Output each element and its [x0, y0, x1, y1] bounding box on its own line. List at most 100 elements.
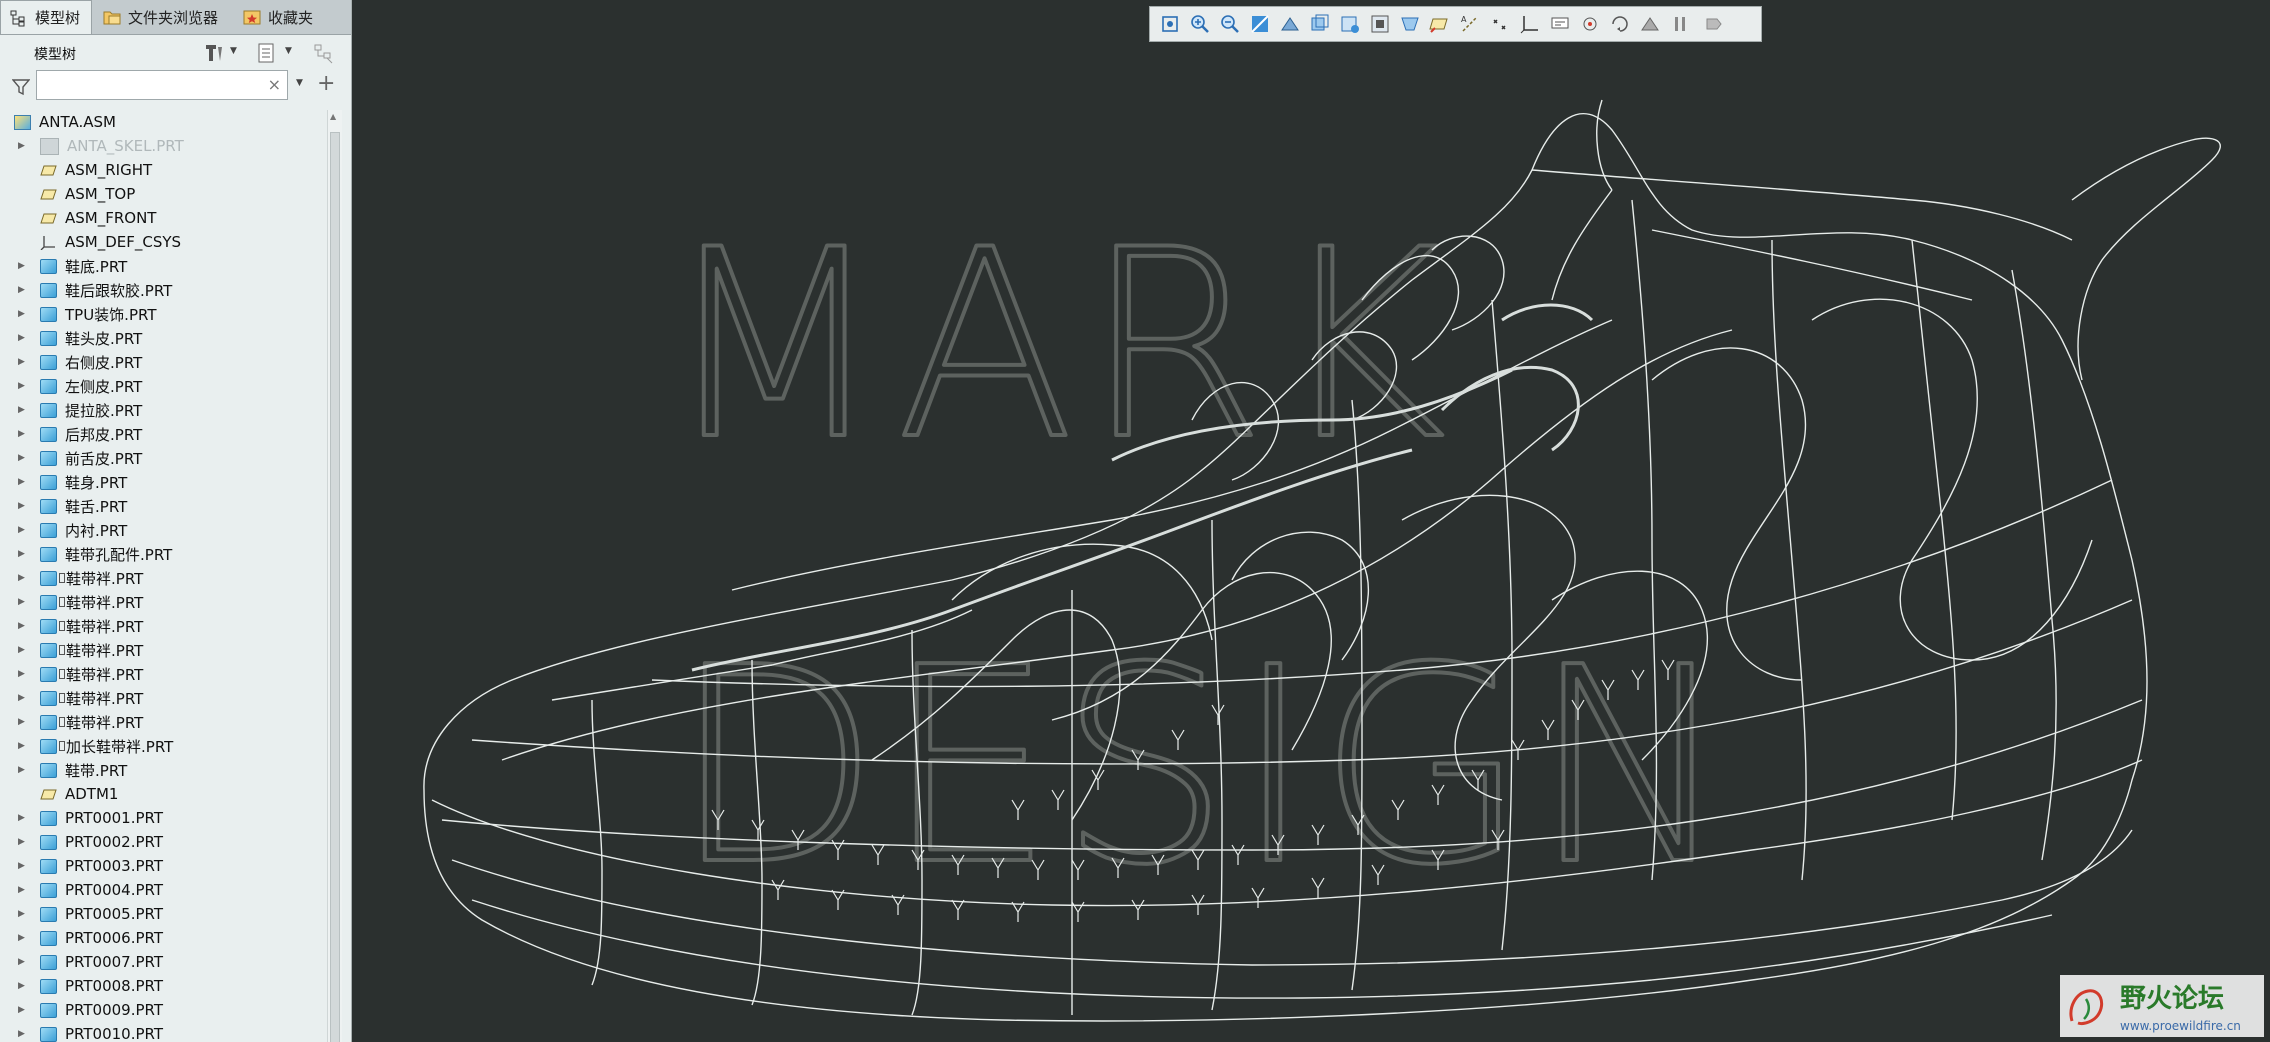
- expand-arrow-icon[interactable]: ▶: [18, 285, 28, 295]
- expand-arrow-icon[interactable]: ▶: [18, 741, 28, 751]
- tree-item[interactable]: ▶ 右侧皮.PRT: [0, 350, 325, 374]
- tree-item[interactable]: ADTM1: [0, 782, 325, 806]
- tree-item[interactable]: ASM_DEF_CSYS: [0, 230, 325, 254]
- expand-arrow-icon[interactable]: ▶: [18, 669, 28, 679]
- expand-arrow-icon[interactable]: ▶: [18, 573, 28, 583]
- expand-arrow-icon[interactable]: ▶: [18, 885, 28, 895]
- tree-item[interactable]: ▶ 鞋带袢.PRT: [0, 590, 325, 614]
- tree-item[interactable]: ASM_TOP: [0, 182, 325, 206]
- expand-arrow-icon[interactable]: ▶: [18, 501, 28, 511]
- search-box[interactable]: ×: [36, 70, 288, 100]
- chevron-down-icon[interactable]: ▼: [296, 78, 303, 88]
- clear-icon[interactable]: ×: [268, 75, 281, 94]
- tree-item[interactable]: ▶ PRT0008.PRT: [0, 974, 325, 998]
- tree-item[interactable]: ▶ 鞋带袢.PRT: [0, 638, 325, 662]
- tree-item[interactable]: ▶ PRT0009.PRT: [0, 998, 325, 1022]
- expand-arrow-icon[interactable]: ▶: [18, 597, 28, 607]
- graphics-viewport[interactable]: MARK DESIGN: [352, 0, 2270, 1042]
- add-icon[interactable]: +: [317, 71, 335, 96]
- expand-arrow-icon[interactable]: ▶: [18, 477, 28, 487]
- expand-arrow-icon[interactable]: ▶: [18, 933, 28, 943]
- tree-item[interactable]: ▶ 鞋身.PRT: [0, 470, 325, 494]
- part-icon: [40, 498, 57, 514]
- search-input[interactable]: [41, 72, 245, 100]
- tree-item[interactable]: ▶ PRT0002.PRT: [0, 830, 325, 854]
- expand-arrow-icon[interactable]: ▶: [18, 309, 28, 319]
- tree-item[interactable]: ▶ 鞋头皮.PRT: [0, 326, 325, 350]
- expand-arrow-icon[interactable]: ▶: [18, 621, 28, 631]
- tree-item[interactable]: ▶ PRT0005.PRT: [0, 902, 325, 926]
- expand-arrow-icon[interactable]: ▶: [18, 381, 28, 391]
- tree-item[interactable]: ▶ 鞋舌.PRT: [0, 494, 325, 518]
- expand-arrow-icon[interactable]: ▶: [18, 813, 28, 823]
- tree-item[interactable]: ▶ 内衬.PRT: [0, 518, 325, 542]
- expand-arrow-icon[interactable]: ▶: [18, 429, 28, 439]
- tree-item[interactable]: ▶ 提拉胶.PRT: [0, 398, 325, 422]
- expand-arrow-icon[interactable]: ▶: [18, 837, 28, 847]
- tree-item[interactable]: ▶ 前舌皮.PRT: [0, 446, 325, 470]
- tree-scrollbar[interactable]: ▲: [327, 110, 342, 1042]
- tree-item-label: 提拉胶.PRT: [65, 401, 143, 420]
- tree-item-label: 左侧皮.PRT: [65, 377, 143, 396]
- expand-arrow-icon[interactable]: ▶: [18, 717, 28, 727]
- part-icon: [40, 666, 57, 682]
- tab-model-tree[interactable]: 模型树: [0, 0, 92, 34]
- settings-icon[interactable]: [202, 42, 226, 64]
- tree-item[interactable]: ▶ 鞋后跟软胶.PRT: [0, 278, 325, 302]
- tree-item[interactable]: ▶ PRT0004.PRT: [0, 878, 325, 902]
- chevron-down-icon[interactable]: ▼: [285, 46, 292, 56]
- tree-item[interactable]: ▶ ANTA_SKEL.PRT: [0, 134, 325, 158]
- expand-arrow-icon[interactable]: ▶: [18, 333, 28, 343]
- tree-item[interactable]: ▶ PRT0001.PRT: [0, 806, 325, 830]
- tree-item[interactable]: ANTA.ASM: [0, 110, 325, 134]
- tab-folder-browser[interactable]: 文件夹浏览器: [102, 0, 218, 34]
- tree-item[interactable]: ▶ 鞋带袢.PRT: [0, 686, 325, 710]
- filter-icon[interactable]: [12, 78, 30, 96]
- expand-arrow-icon[interactable]: ▶: [18, 765, 28, 775]
- tree-item[interactable]: ▶ PRT0007.PRT: [0, 950, 325, 974]
- expand-arrow-icon[interactable]: ▶: [18, 261, 28, 271]
- tree-item[interactable]: ▶ 左侧皮.PRT: [0, 374, 325, 398]
- tree-item[interactable]: ▶ 加长鞋带袢.PRT: [0, 734, 325, 758]
- expand-arrow-icon[interactable]: ▶: [18, 861, 28, 871]
- tree-item[interactable]: ▶ 后邦皮.PRT: [0, 422, 325, 446]
- expand-arrow-icon[interactable]: ▶: [18, 1029, 28, 1039]
- tree-item[interactable]: ▶ 鞋带袢.PRT: [0, 710, 325, 734]
- expand-arrow-icon[interactable]: ▶: [18, 909, 28, 919]
- tree-item[interactable]: ▶ PRT0006.PRT: [0, 926, 325, 950]
- part-icon: [40, 546, 57, 562]
- expand-arrow-icon[interactable]: ▶: [18, 405, 28, 415]
- expand-arrow-icon[interactable]: ▶: [18, 645, 28, 655]
- tree-item[interactable]: ASM_RIGHT: [0, 158, 325, 182]
- show-menu-icon[interactable]: [256, 42, 278, 64]
- tab-favorites[interactable]: 收藏夹: [242, 0, 313, 34]
- tree-item[interactable]: ▶ 鞋带袢.PRT: [0, 566, 325, 590]
- tree-item[interactable]: ▶ 鞋带.PRT: [0, 758, 325, 782]
- expand-arrow-icon[interactable]: ▶: [18, 981, 28, 991]
- tree-item-label: 鞋带孔配件.PRT: [65, 545, 173, 564]
- tree-item[interactable]: ▶ 鞋带袢.PRT: [0, 614, 325, 638]
- expand-arrow-icon[interactable]: ▶: [18, 453, 28, 463]
- tree-filter-settings-icon[interactable]: [312, 42, 336, 64]
- expand-arrow-icon[interactable]: ▶: [18, 549, 28, 559]
- expand-arrow-icon[interactable]: ▶: [18, 525, 28, 535]
- tree-item[interactable]: ▶ 鞋带孔配件.PRT: [0, 542, 325, 566]
- expand-arrow-icon[interactable]: ▶: [18, 357, 28, 367]
- scroll-thumb[interactable]: [330, 132, 340, 1042]
- chevron-down-icon[interactable]: ▼: [230, 46, 237, 56]
- expand-arrow-icon[interactable]: ▶: [18, 1005, 28, 1015]
- expand-arrow-icon[interactable]: ▶: [18, 693, 28, 703]
- tree-item[interactable]: ▶ 鞋底.PRT: [0, 254, 325, 278]
- part-icon: [40, 906, 57, 922]
- tree-item[interactable]: ▶ TPU装饰.PRT: [0, 302, 325, 326]
- expand-arrow-icon[interactable]: ▶: [18, 141, 28, 151]
- scroll-up-icon[interactable]: ▲: [330, 112, 336, 121]
- tab-label: 文件夹浏览器: [128, 8, 219, 27]
- tree-item[interactable]: ▶ 鞋带袢.PRT: [0, 662, 325, 686]
- tree-item[interactable]: ▶ PRT0010.PRT: [0, 1022, 325, 1042]
- tree-item[interactable]: ASM_FRONT: [0, 206, 325, 230]
- tree-item[interactable]: ▶ PRT0003.PRT: [0, 854, 325, 878]
- expand-arrow-icon[interactable]: ▶: [18, 957, 28, 967]
- datum-plane-icon: [40, 187, 57, 202]
- part-icon: [40, 282, 57, 298]
